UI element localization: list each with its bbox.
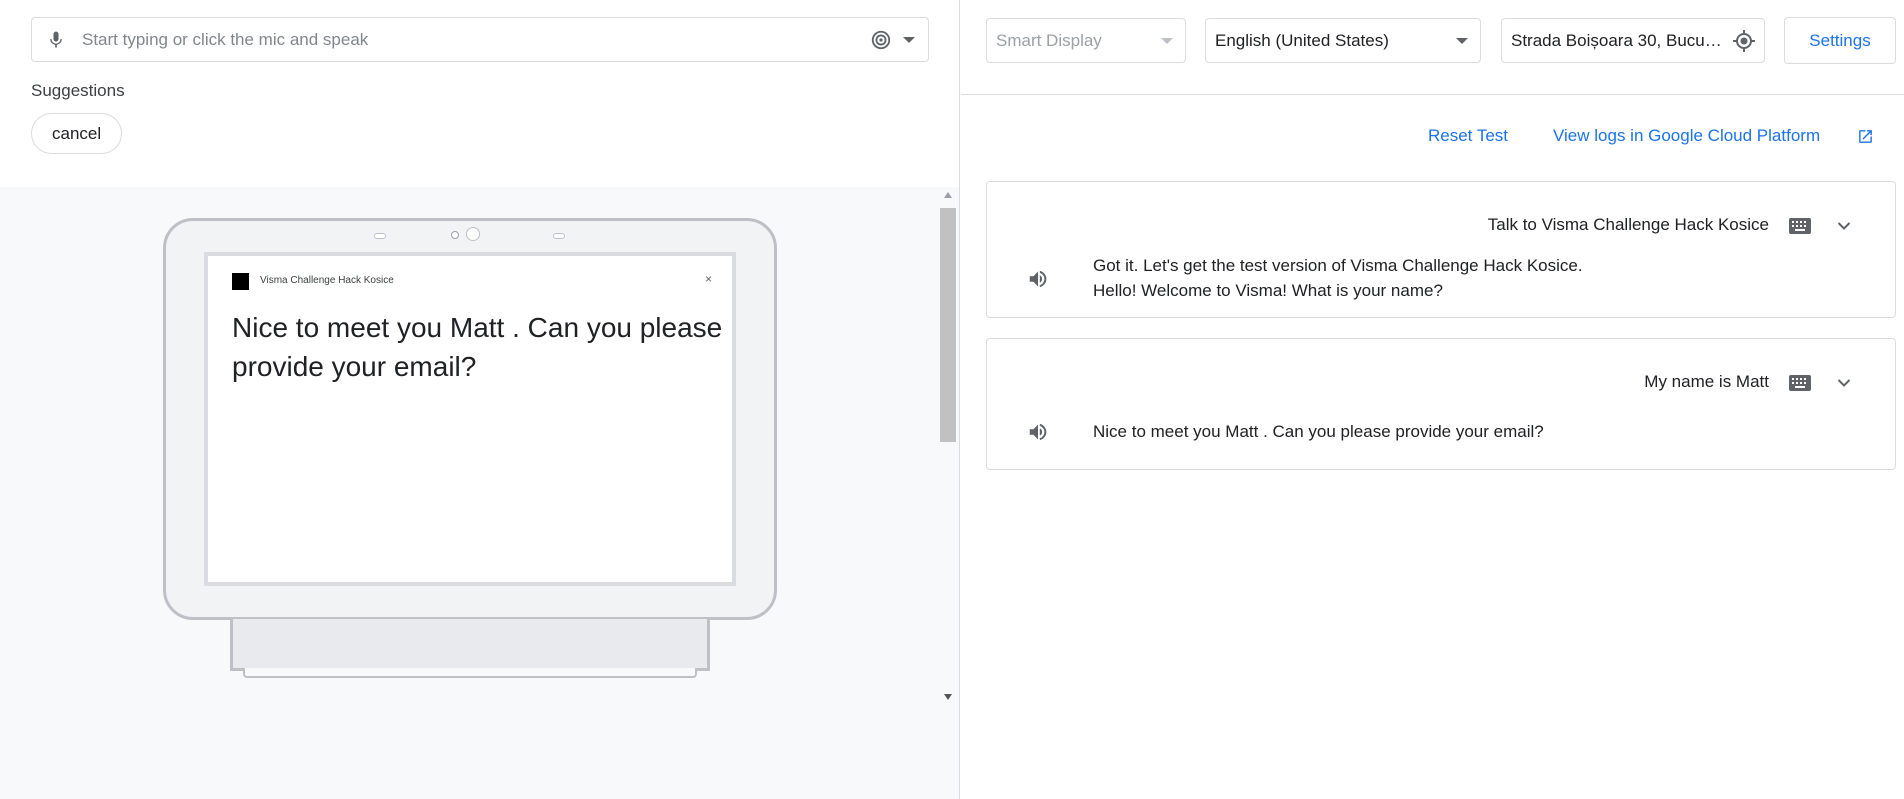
language-select[interactable]: English (United States) xyxy=(1205,18,1481,63)
sensor-left xyxy=(374,233,386,239)
response-line: Nice to meet you Matt . Can you please p… xyxy=(1093,422,1544,441)
surface-select-value: Smart Display xyxy=(996,31,1102,50)
keyboard-icon xyxy=(1789,375,1811,391)
response-line: Hello! Welcome to Visma! What is your na… xyxy=(1093,281,1443,300)
simulator-right-panel: Smart Display English (United States) St… xyxy=(961,0,1904,799)
app-logo xyxy=(232,273,249,290)
open-in-new-icon[interactable] xyxy=(1857,128,1874,145)
listening-icon[interactable] xyxy=(870,29,892,51)
surface-select[interactable]: Smart Display xyxy=(986,18,1186,63)
location-field[interactable]: Strada Boișoara 30, Bucur… xyxy=(1501,18,1765,63)
user-query: Talk to Visma Challenge Hack Kosice xyxy=(1487,215,1769,234)
user-query: My name is Matt xyxy=(1644,372,1769,391)
scroll-up-arrow-icon[interactable] xyxy=(944,192,952,198)
location-value: Strada Boișoara 30, Bucur… xyxy=(1511,31,1724,50)
chevron-down-icon xyxy=(1161,38,1173,44)
keyboard-icon xyxy=(1789,218,1811,234)
chevron-down-icon[interactable] xyxy=(902,35,916,45)
scroll-thumb[interactable] xyxy=(940,208,956,442)
simulator-toolbar: Smart Display English (United States) St… xyxy=(961,0,1904,95)
expand-chevron-icon[interactable] xyxy=(1837,378,1851,388)
query-input-box[interactable] xyxy=(31,17,929,62)
camera-ring xyxy=(466,227,480,241)
volume-icon[interactable] xyxy=(1027,421,1049,443)
volume-icon[interactable] xyxy=(1027,268,1049,290)
scroll-down-arrow-icon[interactable] xyxy=(944,694,952,700)
settings-button[interactable]: Settings xyxy=(1784,17,1896,64)
suggestions-label: Suggestions xyxy=(31,81,125,100)
device-screen: Visma Challenge Hack Kosice × Nice to me… xyxy=(204,252,736,586)
screen-message: Nice to meet you Matt . Can you please p… xyxy=(232,312,723,382)
query-input[interactable] xyxy=(82,18,858,61)
screen-close-icon[interactable]: × xyxy=(705,272,712,286)
camera-dot xyxy=(451,231,459,239)
smart-display-stand-base xyxy=(243,668,697,678)
conversation-turn: Talk to Visma Challenge Hack Kosice Got … xyxy=(986,181,1896,318)
smart-display-stand xyxy=(230,619,710,671)
expand-chevron-icon[interactable] xyxy=(1837,221,1851,231)
suggestion-chip-cancel[interactable]: cancel xyxy=(31,113,123,154)
stage-scrollbar[interactable] xyxy=(940,192,956,704)
my-location-icon[interactable] xyxy=(1732,29,1756,53)
mic-icon[interactable] xyxy=(46,29,66,51)
assistant-response: Got it. Let's get the test version of Vi… xyxy=(1093,253,1583,303)
language-select-value: English (United States) xyxy=(1215,31,1389,50)
assistant-response: Nice to meet you Matt . Can you please p… xyxy=(1093,419,1544,444)
reset-test-link[interactable]: Reset Test xyxy=(1428,126,1508,146)
conversation-turn: My name is Matt Nice to meet you Matt . … xyxy=(986,338,1896,470)
simulator-left-panel: Suggestions cancel Visma Challenge Hack … xyxy=(0,0,960,799)
chevron-down-icon xyxy=(1456,38,1468,44)
view-logs-link[interactable]: View logs in Google Cloud Platform xyxy=(1553,126,1820,146)
sensor-right xyxy=(553,233,565,239)
response-line: Got it. Let's get the test version of Vi… xyxy=(1093,256,1583,275)
screen-app-name: Visma Challenge Hack Kosice xyxy=(260,275,394,286)
